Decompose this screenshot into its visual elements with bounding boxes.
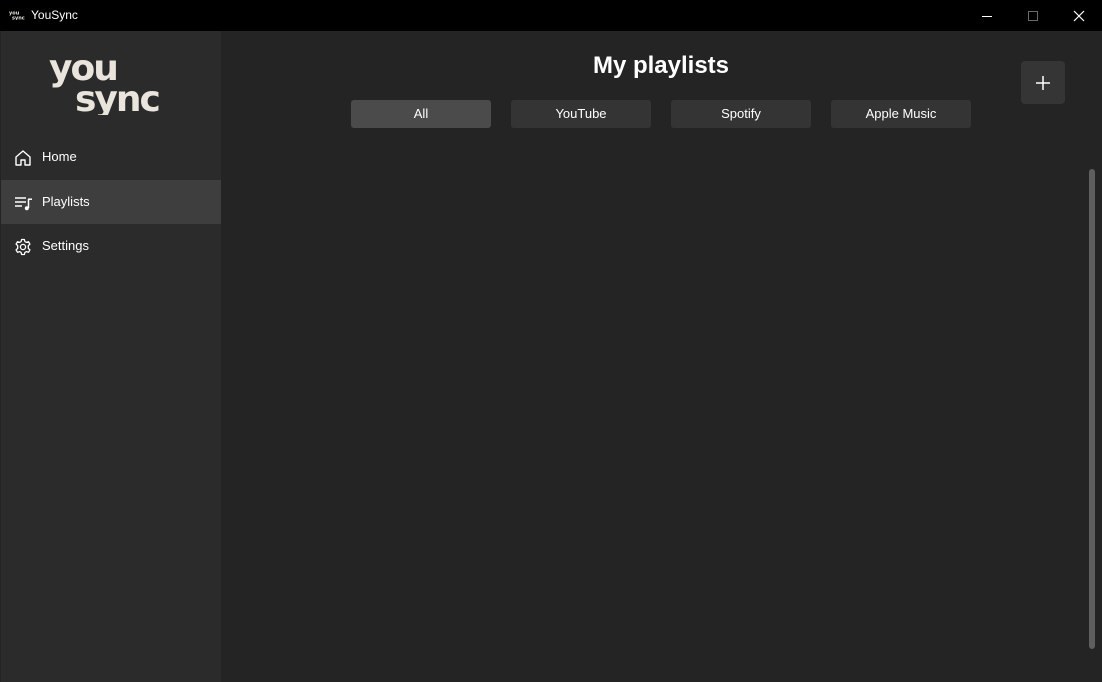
filter-youtube[interactable]: YouTube (511, 100, 651, 128)
filter-spotify[interactable]: Spotify (671, 100, 811, 128)
maximize-button[interactable] (1010, 0, 1056, 31)
close-button[interactable] (1056, 0, 1102, 31)
sidebar-item-label: Settings (42, 238, 89, 253)
gear-icon (15, 238, 31, 256)
scrollbar[interactable] (1089, 169, 1095, 649)
yousync-logo: you sync (49, 53, 161, 115)
home-icon (15, 150, 31, 166)
sidebar: you sync Home Playlists Settings (1, 31, 221, 682)
add-playlist-button[interactable] (1021, 61, 1065, 104)
title-bar[interactable]: you sync YouSync (0, 0, 1102, 31)
window-title: YouSync (31, 8, 78, 22)
sidebar-item-playlists[interactable]: Playlists (1, 180, 221, 224)
minimize-button[interactable] (964, 0, 1010, 31)
sidebar-item-home[interactable]: Home (1, 135, 221, 179)
minimize-icon (982, 15, 992, 17)
filter-apple-music[interactable]: Apple Music (831, 100, 971, 128)
app-logo-icon: you sync (9, 11, 25, 21)
filter-all[interactable]: All (351, 100, 491, 128)
page-title: My playlists (592, 52, 730, 79)
sidebar-item-settings[interactable]: Settings (1, 224, 221, 268)
close-icon (1073, 10, 1085, 21)
main-content: My playlists All YouTube Spotify Apple M… (221, 31, 1102, 682)
app-window: you sync YouSync you sync Home Playlists… (0, 0, 1102, 682)
logo-line-2: sync (75, 79, 159, 115)
svg-text:sync: sync (12, 16, 25, 21)
plus-icon (1036, 75, 1050, 90)
maximize-icon (1028, 10, 1038, 21)
sidebar-item-label: Playlists (42, 194, 90, 209)
sidebar-item-label: Home (42, 149, 77, 164)
playlist-icon (15, 197, 32, 211)
